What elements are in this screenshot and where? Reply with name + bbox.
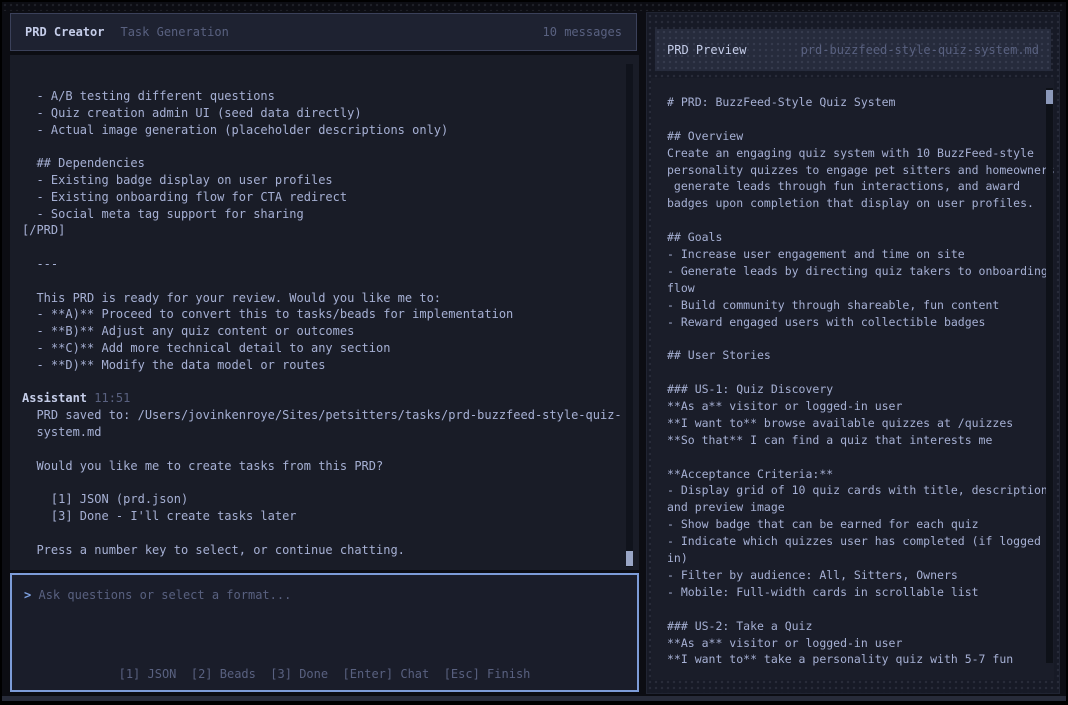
text-line: [1] JSON (prd.json) (22, 491, 639, 508)
text-line: - Reward engaged users with collectible … (667, 314, 1040, 331)
text-line: - Generate leads by directing quiz taker… (667, 263, 1040, 280)
text-line: - Build community through shareable, fun… (667, 297, 1040, 314)
text-line: - **D)** Modify the data model or routes (22, 357, 639, 374)
chat-header: PRD Creator Task Generation 10 messages (10, 13, 637, 51)
text-line: - Social meta tag support for sharing (22, 206, 639, 223)
input-prompt-row[interactable]: > Ask questions or select a format... (24, 588, 291, 602)
text-line: [3] Done - I'll create tasks later (22, 508, 639, 525)
text-line (667, 449, 1040, 466)
text-line: - Filter by audience: All, Sitters, Owne… (667, 567, 1040, 584)
text-line: **Acceptance Criteria:** (667, 466, 1040, 483)
text-line: **I want to** browse available quizzes a… (667, 415, 1040, 432)
text-line (22, 239, 639, 256)
app-title: PRD Creator (25, 25, 104, 39)
chat-scrollbar-track[interactable] (626, 64, 633, 567)
preview-filename: prd-buzzfeed-style-quiz-system.md (801, 43, 1039, 57)
text-line: # PRD: BuzzFeed-Style Quiz System (667, 94, 1040, 111)
text-line: - **B)** Adjust any quiz content or outc… (22, 323, 639, 340)
text-line: **As a** visitor or logged-in user (667, 635, 1040, 652)
chat-lines: - A/B testing different questions - Quiz… (22, 88, 639, 558)
top-texture (2, 2, 1066, 11)
chat-transcript[interactable]: - A/B testing different questions - Quiz… (10, 55, 639, 570)
input-placeholder: Ask questions or select a format... (38, 588, 291, 602)
text-line: in) (667, 550, 1040, 567)
text-line: - A/B testing different questions (22, 88, 639, 105)
text-line: --- (22, 256, 639, 273)
text-line: **As a** visitor or logged-in user (667, 398, 1040, 415)
text-line (22, 374, 639, 391)
app-frame: PRD Creator Task Generation 10 messages … (2, 2, 1066, 701)
text-line: ## User Stories (667, 347, 1040, 364)
preview-lines: # PRD: BuzzFeed-Style Quiz System ## Ove… (667, 94, 1040, 668)
text-line (22, 525, 639, 542)
text-line: - Show badge that can be earned for each… (667, 516, 1040, 533)
text-line (667, 330, 1040, 347)
text-line: ### US-1: Quiz Discovery (667, 381, 1040, 398)
chat-input[interactable]: > Ask questions or select a format... [1… (10, 573, 639, 692)
mode-label: Task Generation (120, 25, 228, 39)
text-line: - Existing onboarding flow for CTA redir… (22, 189, 639, 206)
text-line (667, 364, 1040, 381)
text-line: Press a number key to select, or continu… (22, 542, 639, 559)
message-count-badge: 10 messages (543, 25, 622, 39)
text-line: **I want to** take a personality quiz wi… (667, 651, 1040, 668)
text-line: Create an engaging quiz system with 10 B… (667, 145, 1040, 162)
text-line: - Quiz creation admin UI (seed data dire… (22, 105, 639, 122)
preview-title: PRD Preview (667, 43, 746, 57)
text-line: - Actual image generation (placeholder d… (22, 122, 639, 139)
text-line: **So that** I can find a quiz that inter… (667, 432, 1040, 449)
text-line: personality quizzes to engage pet sitter… (667, 162, 1040, 179)
text-line (667, 601, 1040, 618)
text-line: - Increase user engagement and time on s… (667, 246, 1040, 263)
text-line: [/PRD] (22, 222, 639, 239)
text-line (22, 441, 639, 458)
text-line (22, 474, 639, 491)
hotkey-hints: [1] JSON [2] Beads [3] Done [Enter] Chat… (12, 667, 637, 681)
window-bottom-edge (2, 696, 1066, 701)
text-line: generate leads through fun interactions,… (667, 178, 1040, 195)
text-line: - Existing badge display on user profile… (22, 172, 639, 189)
text-line: and preview image (667, 499, 1040, 516)
preview-scrollbar-track[interactable] (1046, 88, 1053, 663)
text-line: - **C)** Add more technical detail to an… (22, 340, 639, 357)
text-line (22, 138, 639, 155)
text-line: Would you like me to create tasks from t… (22, 458, 639, 475)
text-line: - **A)** Proceed to convert this to task… (22, 306, 639, 323)
preview-header: PRD Preview prd-buzzfeed-style-quiz-syst… (655, 29, 1051, 71)
text-line (667, 212, 1040, 229)
text-line: This PRD is ready for your review. Would… (22, 290, 639, 307)
text-line: - Display grid of 10 quiz cards with tit… (667, 482, 1040, 499)
text-line (22, 273, 639, 290)
preview-panel: PRD Preview prd-buzzfeed-style-quiz-syst… (646, 12, 1060, 694)
text-line: ## Dependencies (22, 155, 639, 172)
text-line: PRD saved to: /Users/jovinkenroye/Sites/… (22, 407, 639, 424)
text-line: ### US-2: Take a Quiz (667, 618, 1040, 635)
text-line: - Mobile: Full-width cards in scrollable… (667, 584, 1040, 601)
preview-scrollbar-thumb[interactable] (1046, 90, 1053, 104)
text-line: badges upon completion that display on u… (667, 195, 1040, 212)
text-line: flow (667, 280, 1040, 297)
text-line: ## Goals (667, 229, 1040, 246)
chat-scrollbar-thumb[interactable] (626, 551, 633, 566)
text-line: - Indicate which quizzes user has comple… (667, 533, 1040, 550)
text-line: system.md (22, 424, 639, 441)
text-line: Assistant 11:51 (22, 390, 639, 407)
text-line: ## Overview (667, 128, 1040, 145)
preview-document[interactable]: # PRD: BuzzFeed-Style Quiz System ## Ove… (651, 78, 1054, 680)
text-line (667, 111, 1040, 128)
